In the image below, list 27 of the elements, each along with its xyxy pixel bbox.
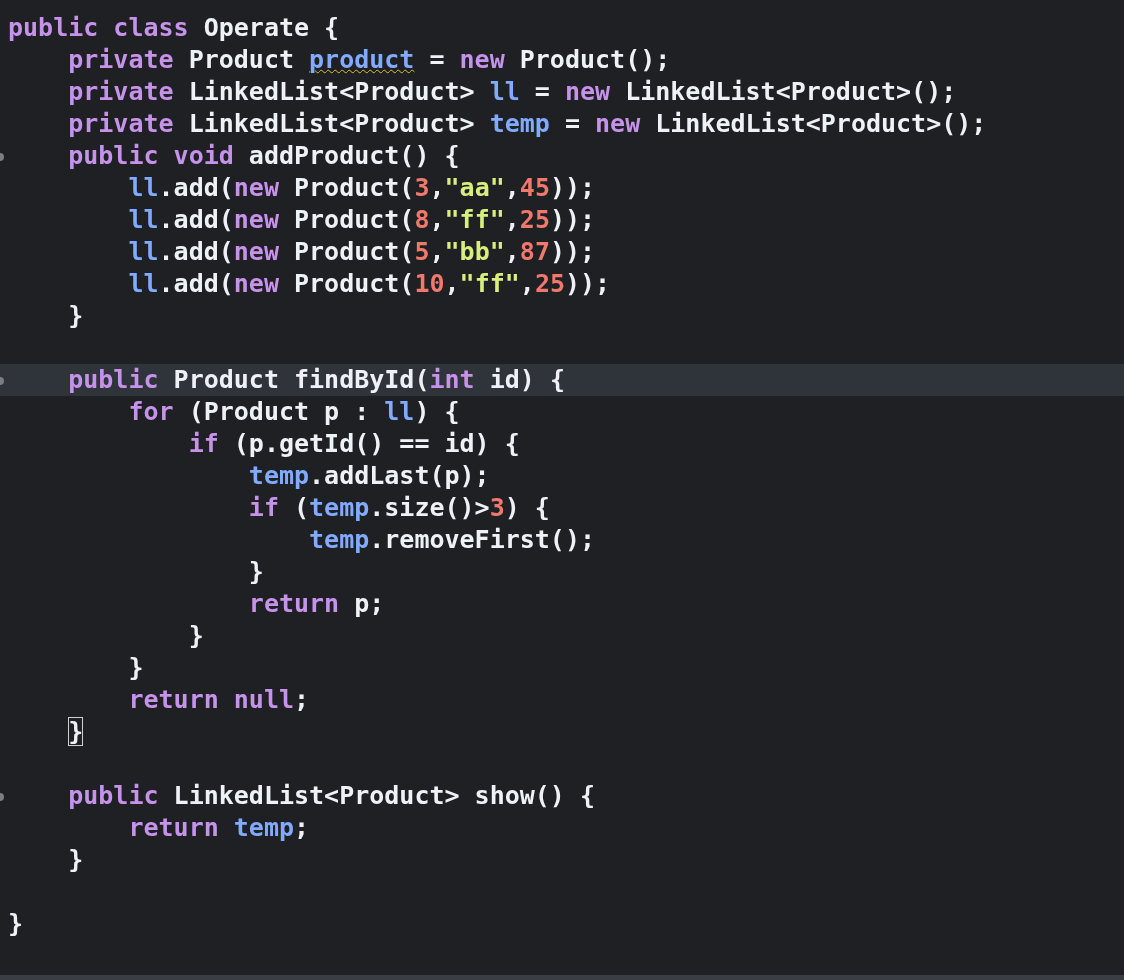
code-line: temp.addLast(p); <box>248 461 490 491</box>
code-line: } <box>188 621 204 651</box>
code-line: for (Product p : ll) { <box>128 397 460 427</box>
code-line: } <box>68 845 84 875</box>
code-line: private LinkedList<Product> ll = new LinkedList<Product>(); <box>68 77 957 107</box>
code-line: return temp; <box>128 813 310 843</box>
code-line: public void addProduct() { <box>68 141 460 171</box>
code-line: } <box>68 717 84 747</box>
code-line: private Product product = new Product(); <box>68 45 671 75</box>
code-line: } <box>8 909 24 939</box>
code-line: ll.add(new Product(10,"ff",25)); <box>128 269 611 299</box>
code-line: } <box>68 301 84 331</box>
code-line: return null; <box>128 685 310 715</box>
code-line: if (p.getId() == id) { <box>188 429 520 459</box>
code-line: public LinkedList<Product> show() { <box>68 781 596 811</box>
code-line: return p; <box>248 589 385 619</box>
code-line: ll.add(new Product(5,"bb",87)); <box>128 237 596 267</box>
code-line: ll.add(new Product(3,"aa",45)); <box>128 173 596 203</box>
code-line: public Product findById(int id) { <box>68 365 565 395</box>
code-line: if (temp.size()>3) { <box>248 493 550 523</box>
code-line: public class Operate { <box>8 13 340 43</box>
code-line: } <box>128 653 144 683</box>
code-line: } <box>248 557 264 587</box>
code-line: ll.add(new Product(8,"ff",25)); <box>128 205 596 235</box>
code-line: temp.removeFirst(); <box>309 525 596 555</box>
horizontal-scrollbar[interactable] <box>0 975 1124 980</box>
code-line: private LinkedList<Product> temp = new LinkedList<Product>(); <box>68 109 987 139</box>
